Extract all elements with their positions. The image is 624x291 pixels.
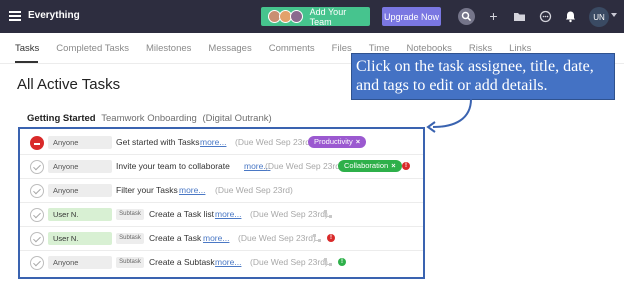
tab-completed-tasks[interactable]: Completed Tasks (56, 43, 129, 57)
task-row: Anyone Invite your team to collaborate m… (20, 155, 423, 179)
task-complete-checkbox[interactable] (30, 208, 44, 222)
priority-alert-icon[interactable]: ! (338, 258, 346, 266)
task-title[interactable]: Create a Task list (149, 209, 214, 219)
notifications-bell-icon[interactable] (562, 8, 579, 25)
chevron-down-icon[interactable] (611, 13, 617, 17)
task-complete-checkbox[interactable] (30, 232, 44, 246)
task-title[interactable]: Create a Task (149, 233, 201, 243)
folder-icon[interactable] (511, 8, 528, 25)
task-assignee[interactable]: User N. (48, 232, 112, 245)
tab-files[interactable]: Files (332, 43, 352, 57)
top-navigation-bar: Everything Add Your Team Upgrade Now + U… (0, 0, 624, 33)
task-title[interactable]: Invite your team to collaborate (116, 161, 230, 171)
user-avatar[interactable]: UN (589, 7, 609, 27)
remove-tag-icon[interactable]: × (391, 161, 395, 170)
task-tag-label: Productivity (314, 137, 353, 146)
task-row: Anyone Subtask Create a Subtask more... … (20, 251, 423, 275)
task-complete-checkbox[interactable] (30, 160, 44, 174)
task-complete-checkbox[interactable] (30, 256, 44, 270)
tab-tasks[interactable]: Tasks (15, 43, 39, 57)
task-due-date[interactable]: (Due Wed Sep 23rd) (215, 185, 293, 195)
task-more-link[interactable]: more... (203, 233, 229, 243)
task-list-name[interactable]: Getting Started (27, 113, 96, 124)
task-tag-label: Collaboration (344, 161, 389, 170)
team-avatars-icon (268, 9, 306, 24)
task-due-date[interactable]: (Due Wed Sep 23rd) (238, 233, 316, 243)
callout-text: Click on the task assignee, title, date,… (356, 58, 594, 94)
company-name: (Digital Outrank) (202, 113, 272, 124)
priority-alert-icon[interactable]: ! (327, 234, 335, 242)
task-complete-checkbox[interactable] (30, 184, 44, 198)
task-more-link[interactable]: more... (215, 257, 241, 267)
instruction-callout: Click on the task assignee, title, date,… (351, 53, 615, 100)
hamburger-menu-icon[interactable] (9, 11, 21, 21)
subtask-dependency-icon[interactable] (323, 257, 333, 267)
callout-arrow-icon (426, 98, 472, 133)
task-due-date[interactable]: (Due Wed Sep 23rd) (265, 161, 343, 171)
add-your-team-label: Add Your Team (309, 6, 347, 27)
search-icon[interactable] (458, 8, 475, 25)
task-assignee[interactable]: Anyone (48, 160, 112, 173)
upgrade-now-button[interactable]: Upgrade Now (382, 7, 441, 26)
task-list-header: Getting Started Teamwork Onboarding (Dig… (27, 113, 272, 124)
task-assignee[interactable]: Anyone (48, 256, 112, 269)
task-tag[interactable]: Productivity × (308, 136, 367, 148)
tab-messages[interactable]: Messages (208, 43, 251, 57)
add-your-team-button[interactable]: Add Your Team (261, 6, 370, 27)
task-status-overdue-icon[interactable] (30, 136, 44, 150)
task-row: Anyone Filter your Tasks more... (Due We… (20, 179, 423, 203)
tab-milestones[interactable]: Milestones (146, 43, 191, 57)
add-icon[interactable]: + (485, 8, 502, 25)
task-title[interactable]: Filter your Tasks (116, 185, 178, 195)
task-tag[interactable]: Collaboration × (338, 160, 402, 172)
app-title[interactable]: Everything (28, 10, 80, 21)
task-assignee[interactable]: Anyone (48, 136, 112, 149)
task-row: User N. Subtask Create a Task more... (D… (20, 227, 423, 251)
task-row: User N. Subtask Create a Task list more.… (20, 203, 423, 227)
task-due-date[interactable]: (Due Wed Sep 23rd) (235, 137, 313, 147)
subtask-label: Subtask (116, 233, 144, 244)
task-more-link[interactable]: more... (200, 137, 226, 147)
subtask-label: Subtask (116, 209, 144, 220)
task-more-link[interactable]: more... (179, 185, 205, 195)
subtask-label: Subtask (116, 257, 144, 268)
task-list: Anyone Get started with Tasks more... (D… (18, 127, 425, 279)
subtask-dependency-icon[interactable] (323, 209, 333, 219)
task-title[interactable]: Get started with Tasks (116, 137, 199, 147)
remove-tag-icon[interactable]: × (356, 137, 360, 146)
task-due-date[interactable]: (Due Wed Sep 23rd) (250, 257, 328, 267)
subtask-dependency-icon[interactable] (312, 233, 322, 243)
task-assignee[interactable]: Anyone (48, 184, 112, 197)
project-name[interactable]: Teamwork Onboarding (101, 113, 197, 124)
task-title[interactable]: Create a Subtask (149, 257, 215, 267)
task-due-date[interactable]: (Due Wed Sep 23rd) (250, 209, 328, 219)
task-more-link[interactable]: more... (215, 209, 241, 219)
task-row: Anyone Get started with Tasks more... (D… (20, 131, 423, 155)
priority-alert-icon[interactable]: ! (402, 162, 410, 170)
chat-icon[interactable] (537, 8, 554, 25)
app-root: Everything Add Your Team Upgrade Now + U… (0, 0, 624, 291)
task-assignee[interactable]: User N. (48, 208, 112, 221)
tab-comments[interactable]: Comments (269, 43, 315, 57)
page-title: All Active Tasks (17, 76, 121, 93)
